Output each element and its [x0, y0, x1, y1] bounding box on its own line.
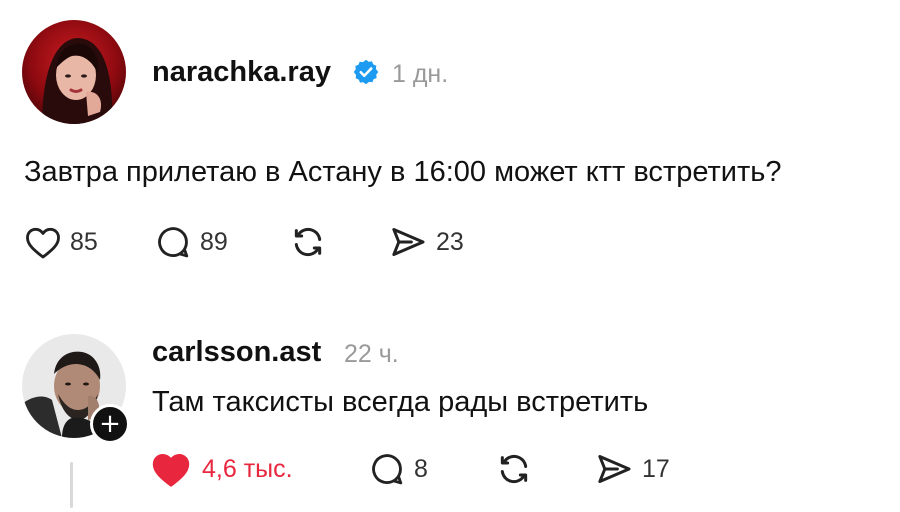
comment-button[interactable]: 89	[154, 223, 288, 261]
comment-button[interactable]: 8	[368, 450, 494, 488]
like-button[interactable]: 85	[24, 224, 154, 260]
like-count: 4,6 тыс.	[202, 454, 293, 483]
reply-username[interactable]: carlsson.ast	[152, 336, 321, 369]
share-button[interactable]: 23	[388, 222, 464, 262]
send-icon	[598, 455, 631, 483]
repost-button[interactable]	[288, 222, 388, 262]
thread-line	[70, 462, 73, 508]
post-time: 1 дн.	[392, 60, 449, 88]
comment-icon	[372, 454, 403, 485]
reply-text: Там таксисты всегда рады встретить	[152, 386, 649, 418]
comment-count: 89	[200, 227, 228, 256]
reply: + carlsson.ast 22 ч. Там таксисты всегда…	[0, 320, 900, 512]
comment-count: 8	[414, 454, 428, 483]
post-username[interactable]: narachka.ray	[152, 56, 331, 89]
post-text: Завтра прилетаю в Астану в 16:00 может к…	[24, 156, 782, 188]
repost-icon	[294, 227, 322, 257]
reply-time: 22 ч.	[344, 340, 399, 368]
comment-icon	[158, 227, 189, 258]
repost-button[interactable]	[494, 449, 594, 489]
share-count: 17	[642, 454, 670, 483]
reply-actions: 4,6 тыс. 8 17	[150, 448, 670, 490]
follow-button[interactable]: +	[90, 404, 130, 444]
post-actions: 85 89 23	[24, 222, 464, 262]
verified-badge-icon	[352, 58, 380, 86]
share-count: 23	[436, 227, 464, 256]
share-button[interactable]: 17	[594, 449, 670, 489]
heart-icon	[26, 227, 60, 259]
avatar-image	[22, 20, 126, 124]
like-button[interactable]: 4,6 тыс.	[150, 449, 368, 489]
send-icon	[392, 228, 425, 256]
post-avatar[interactable]	[22, 20, 126, 124]
post: narachka.ray 1 дн. Завтра прилетаю в Аст…	[0, 0, 900, 290]
repost-icon	[500, 454, 528, 484]
heart-filled-icon	[152, 453, 190, 487]
like-count: 85	[70, 227, 98, 256]
